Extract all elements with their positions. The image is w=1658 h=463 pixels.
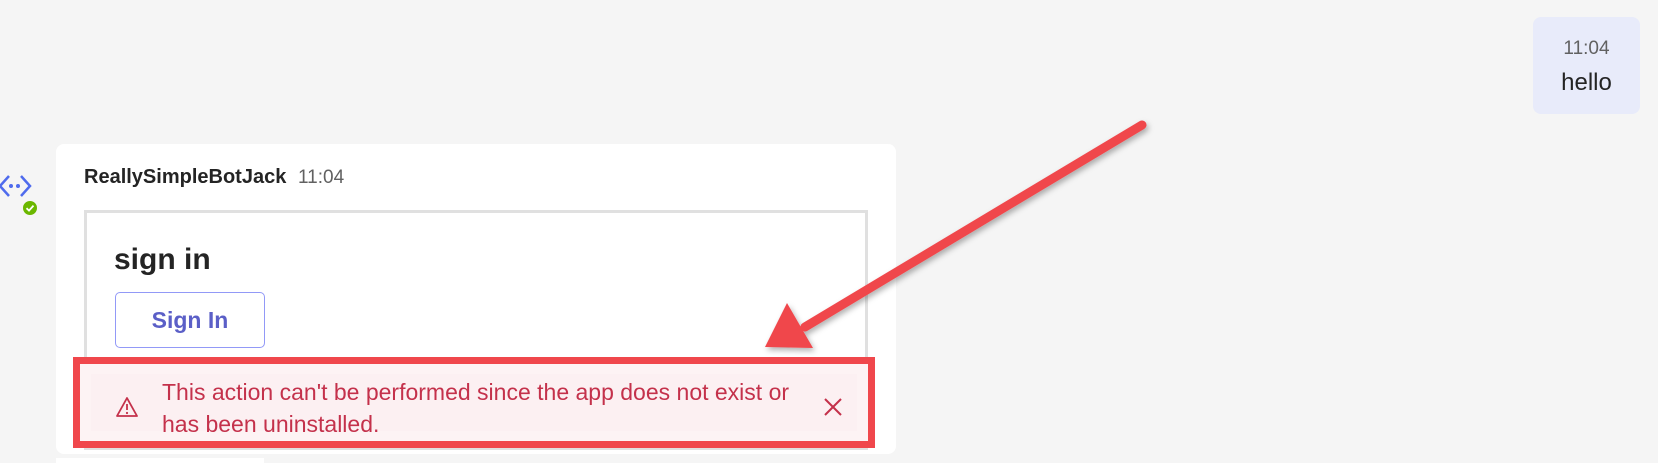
close-icon[interactable] — [821, 395, 845, 419]
user-message-bubble[interactable]: 11:04 hello — [1533, 17, 1640, 114]
sign-in-button[interactable]: Sign In — [115, 292, 265, 348]
user-message-text: hello — [1561, 69, 1612, 96]
error-annotation-box: This action can't be performed since the… — [73, 357, 875, 448]
bot-avatar[interactable] — [0, 172, 42, 220]
card-title: sign in — [114, 243, 211, 276]
warning-icon — [116, 397, 138, 417]
user-message-time: 11:04 — [1563, 38, 1610, 59]
next-message-stub — [56, 458, 264, 463]
error-banner: This action can't be performed since the… — [91, 374, 857, 437]
error-message: This action can't be performed since the… — [162, 379, 790, 437]
sender-name: ReallySimpleBotJack — [84, 166, 287, 188]
bot-message-time: 11:04 — [298, 167, 345, 188]
presence-available-icon — [21, 199, 39, 217]
